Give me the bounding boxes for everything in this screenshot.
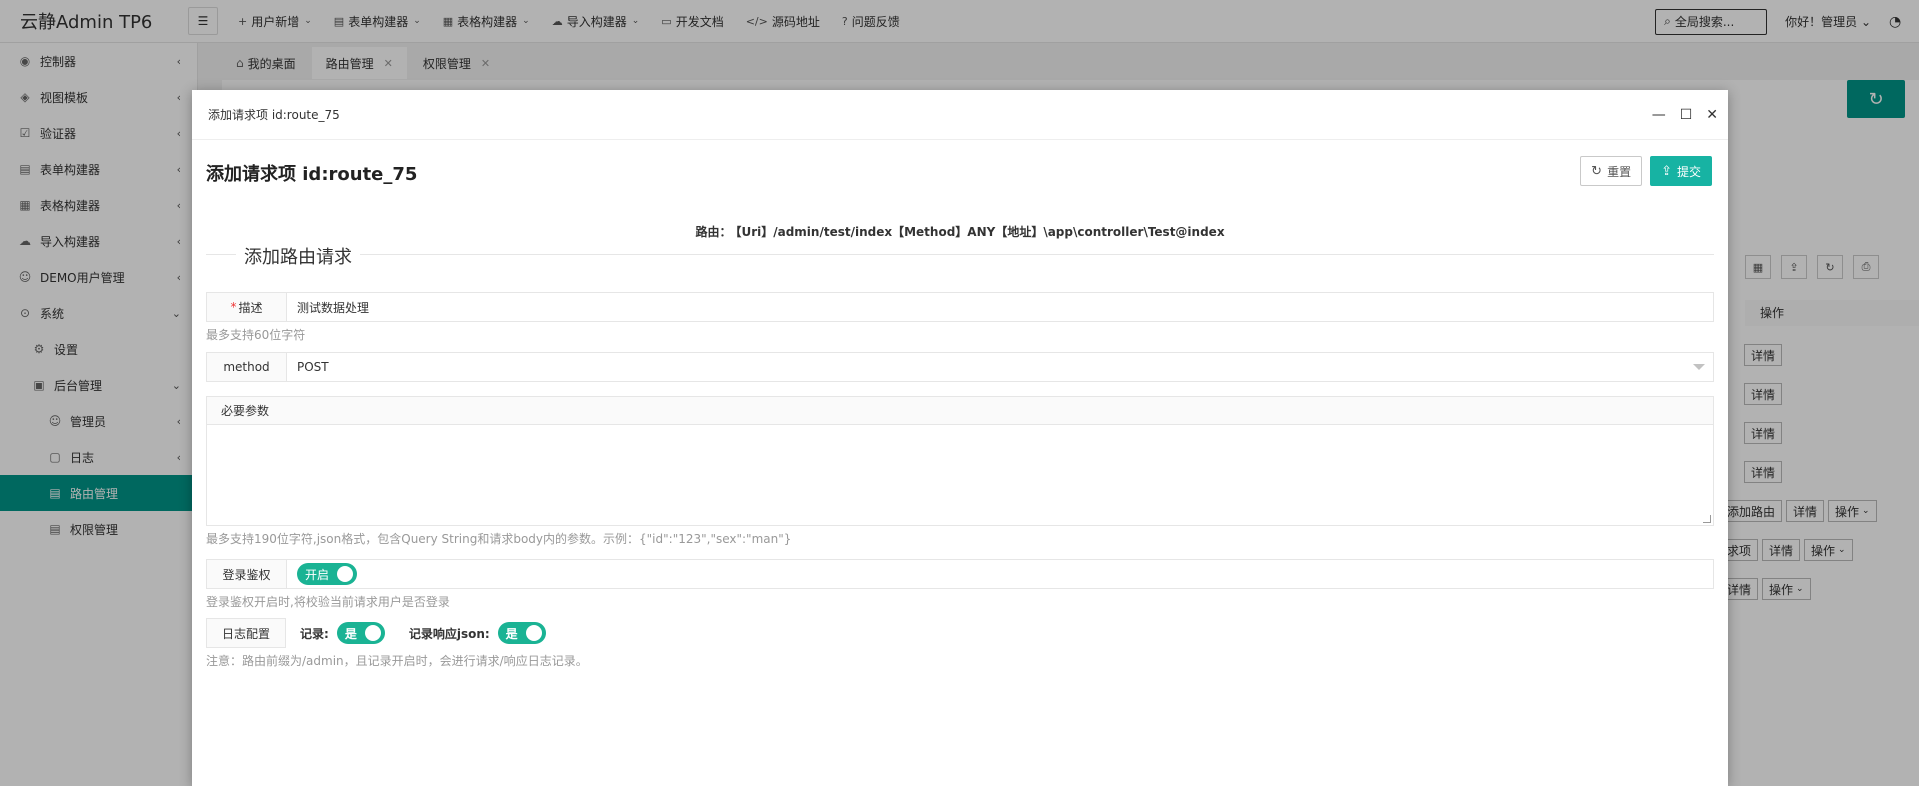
route-info: 路由： 【Uri】/admin/test/index【Method】ANY【地址】… [192, 223, 1728, 240]
close-icon[interactable]: ✕ [1706, 107, 1718, 123]
refresh-icon: ↻ [1591, 163, 1603, 179]
reset-button[interactable]: ↻ 重置 [1580, 156, 1643, 186]
toggle-knob [337, 566, 354, 582]
method-select[interactable]: POST [287, 353, 1713, 381]
log-record-json-toggle[interactable]: 是 [497, 622, 546, 644]
modal-window-title: 添加请求项 id:route_75 [208, 108, 340, 122]
log-record-label: 记录: [300, 626, 329, 641]
maximize-icon[interactable]: ☐ [1680, 107, 1693, 123]
reset-label: 重置 [1607, 164, 1632, 179]
section-title: 添加路由请求 [236, 243, 360, 269]
params-field: 必要参数 [206, 396, 1714, 526]
upload-icon: ⇪ [1661, 163, 1672, 179]
log-record: 记录: 是 [300, 622, 385, 644]
params-hint: 最多支持190位字符,json格式，包含Query String和请求body内… [206, 532, 792, 546]
log-label: 日志配置 [206, 618, 286, 648]
auth-toggle-text: 开启 [305, 567, 330, 582]
desc-label: * 描述 [207, 293, 287, 321]
route-value: 【Uri】/admin/test/index【Method】ANY【地址】\ap… [735, 225, 1225, 239]
toggle-knob [364, 625, 381, 641]
params-label: 必要参数 [207, 397, 1713, 425]
desc-input[interactable]: 测试数据处理 [287, 293, 1713, 321]
log-record-value: 是 [344, 626, 357, 641]
toggle-knob [525, 625, 542, 641]
page-title: 添加请求项 id:route_75 [206, 164, 418, 185]
params-textarea[interactable] [207, 425, 1713, 525]
desc-label-text: 描述 [238, 300, 263, 315]
minimize-icon[interactable]: — [1652, 107, 1666, 123]
route-label: 路由： [695, 225, 732, 239]
modal-header: 添加请求项 id:route_75 — ☐ ✕ [192, 90, 1728, 140]
caret-down-icon [1693, 364, 1705, 370]
log-record-json-label: 记录响应json: [408, 626, 490, 641]
auth-field: 登录鉴权 开启 [206, 559, 1714, 589]
log-record-toggle[interactable]: 是 [336, 622, 385, 644]
log-config-field: 日志配置 记录: 是 记录响应json: 是 [206, 618, 546, 648]
desc-hint: 最多支持60位字符 [206, 328, 306, 342]
form-actions: ↻ 重置 ⇪ 提交 [1572, 156, 1712, 186]
auth-switch-wrap: 开启 [287, 560, 1713, 588]
submit-button[interactable]: ⇪ 提交 [1650, 156, 1712, 186]
method-label: method [207, 353, 287, 381]
auth-label: 登录鉴权 [207, 560, 287, 588]
submit-label: 提交 [1676, 164, 1701, 179]
log-note: 注意：路由前缀为/admin，且记录开启时，会进行请求/响应日志记录。 [206, 654, 588, 668]
resize-handle[interactable] [1703, 515, 1711, 523]
section-divider: 添加路由请求 [206, 243, 1714, 269]
desc-field: * 描述 测试数据处理 [206, 292, 1714, 322]
required-marker: * [230, 300, 237, 314]
log-record-json-value: 是 [505, 626, 518, 641]
method-value: POST [297, 360, 329, 374]
log-record-json: 记录响应json: 是 [409, 622, 546, 644]
add-request-modal: 添加请求项 id:route_75 — ☐ ✕ 添加请求项 id:route_7… [192, 90, 1728, 786]
method-field: method POST [206, 352, 1714, 382]
auth-toggle[interactable]: 开启 [297, 563, 358, 585]
auth-hint: 登录鉴权开启时,将校验当前请求用户是否登录 [206, 595, 450, 609]
modal-controls: — ☐ ✕ [1638, 90, 1718, 140]
